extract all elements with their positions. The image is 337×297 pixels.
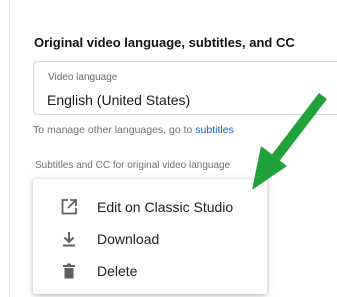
menu-item-label: Download <box>97 231 160 247</box>
menu-item-label: Delete <box>97 263 138 279</box>
download-icon <box>59 229 79 249</box>
subtitles-options-menu: Edit on Classic Studio Download Delete <box>33 179 267 294</box>
open-in-new-icon <box>59 197 79 217</box>
menu-item-edit-classic-studio[interactable]: Edit on Classic Studio <box>33 192 267 222</box>
helper-text: To manage other languages, go to <box>33 124 196 136</box>
menu-item-label: Edit on Classic Studio <box>97 199 234 215</box>
delete-icon <box>59 261 79 281</box>
video-language-value: English (United States) <box>47 92 191 108</box>
menu-item-delete[interactable]: Delete <box>33 256 267 286</box>
video-language-label: Video language <box>48 72 118 83</box>
left-divider <box>9 0 10 297</box>
manage-languages-helper: To manage other languages, go to subtitl… <box>33 124 234 136</box>
subtitles-cc-label: Subtitles and CC for original video lang… <box>35 160 231 171</box>
section-title: Original video language, subtitles, and … <box>34 35 295 50</box>
video-language-select[interactable]: Video language English (United States) <box>33 61 337 115</box>
menu-item-download[interactable]: Download <box>33 224 267 254</box>
subtitles-link[interactable]: subtitles <box>195 124 234 136</box>
